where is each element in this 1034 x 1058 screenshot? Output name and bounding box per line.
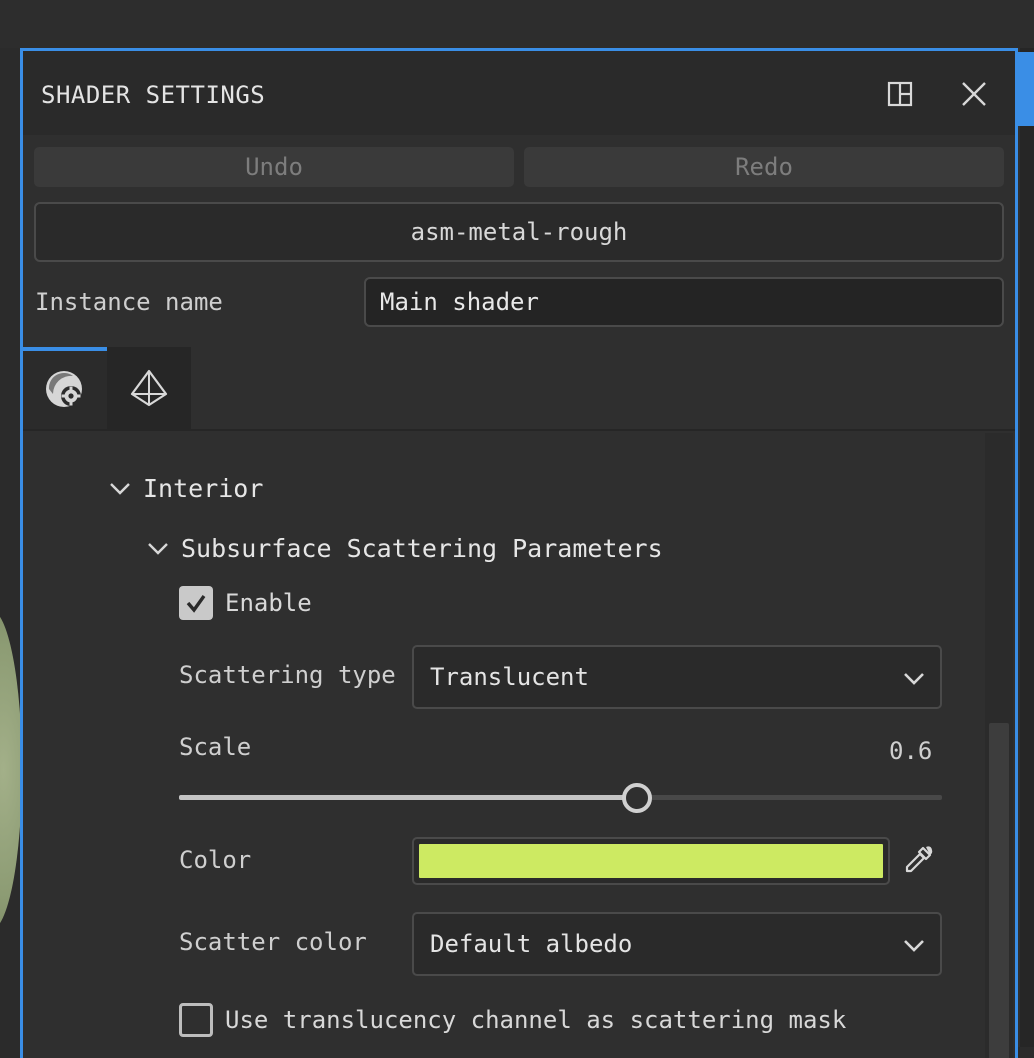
scattering-mask-checkbox-row[interactable]: Use translucency channel as scattering m… xyxy=(179,1003,846,1037)
scale-slider-handle[interactable] xyxy=(622,783,652,813)
scatter-color-label: Scatter color xyxy=(179,928,367,956)
redo-button[interactable]: Redo xyxy=(524,147,1004,187)
shader-properties: Interior Subsurface Scattering Parameter… xyxy=(23,433,983,1058)
section-sss-header[interactable]: Subsurface Scattering Parameters xyxy=(143,533,663,563)
checkmark-icon xyxy=(184,591,208,615)
dock-layout-icon xyxy=(887,81,913,107)
section-interior-label: Interior xyxy=(143,474,263,503)
scale-slider-track[interactable] xyxy=(179,795,942,800)
properties-scrollbar[interactable] xyxy=(985,433,1013,1058)
scale-label: Scale xyxy=(179,733,251,761)
section-sss-label: Subsurface Scattering Parameters xyxy=(181,534,663,563)
shader-settings-icon xyxy=(43,368,87,412)
scale-value: 0.6 xyxy=(889,737,932,765)
color-picker-field[interactable] xyxy=(412,837,890,885)
chevron-down-icon xyxy=(105,473,135,503)
dock-layout-button[interactable] xyxy=(885,79,915,109)
scattering-mask-checkbox[interactable] xyxy=(179,1003,213,1037)
instance-name-input[interactable]: Main shader xyxy=(364,277,1004,327)
undo-redo-row: Undo Redo xyxy=(34,147,1004,187)
chevron-down-icon xyxy=(900,664,928,692)
scattering-type-label: Scattering type xyxy=(179,661,396,689)
shader-selector-button[interactable]: asm-metal-rough xyxy=(34,202,1004,262)
panel-title: SHADER SETTINGS xyxy=(41,81,265,109)
enable-checkbox-row[interactable]: Enable xyxy=(179,586,312,620)
undo-button[interactable]: Undo xyxy=(34,147,514,187)
color-label: Color xyxy=(179,846,251,874)
scatter-color-value: Default albedo xyxy=(430,930,632,958)
scattering-type-value: Translucent xyxy=(430,663,589,691)
shader-settings-panel: SHADER SETTINGS Undo Redo asm-metal-roug… xyxy=(20,48,1018,1058)
chevron-down-icon xyxy=(143,533,173,563)
instance-name-label: Instance name xyxy=(35,288,223,316)
scattering-type-dropdown[interactable]: Translucent xyxy=(412,645,942,709)
color-swatch xyxy=(419,844,883,878)
tab-geometry[interactable] xyxy=(107,347,191,429)
section-interior-header[interactable]: Interior xyxy=(105,473,263,503)
geometry-icon xyxy=(128,367,170,409)
close-button[interactable] xyxy=(959,79,989,109)
scatter-color-dropdown[interactable]: Default albedo xyxy=(412,912,942,976)
title-bar: SHADER SETTINGS xyxy=(23,51,1015,135)
top-strip xyxy=(0,0,1034,48)
enable-label: Enable xyxy=(225,589,312,617)
scrollbar-thumb[interactable] xyxy=(989,723,1009,1058)
right-scroll-accent xyxy=(1018,52,1034,126)
chevron-down-icon xyxy=(900,931,928,959)
eyedropper-icon[interactable] xyxy=(901,843,935,877)
close-icon xyxy=(961,81,987,107)
tab-shader-settings[interactable] xyxy=(23,347,107,429)
scale-slider-fill xyxy=(179,795,637,800)
enable-checkbox[interactable] xyxy=(179,586,213,620)
tab-bar xyxy=(23,347,1015,431)
right-strip xyxy=(1020,48,1034,1047)
scattering-mask-label: Use translucency channel as scattering m… xyxy=(225,1006,846,1034)
